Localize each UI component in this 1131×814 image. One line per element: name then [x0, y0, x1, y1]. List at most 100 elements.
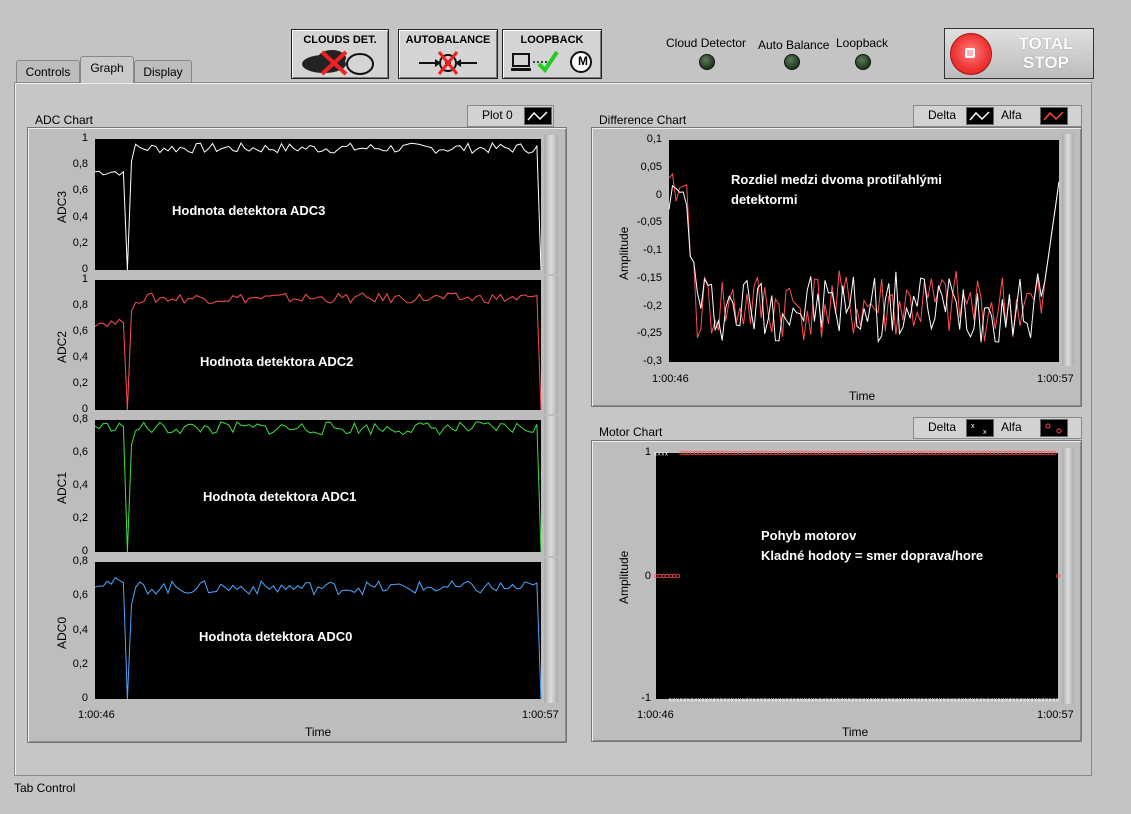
motor-delta-marker: x — [899, 698, 902, 704]
motor-chart-legend[interactable]: Delta xx Alfa — [913, 417, 1082, 439]
tab-display[interactable]: Display — [134, 60, 192, 83]
motor-delta-marker: x — [994, 698, 997, 704]
tab-graph[interactable]: Graph — [80, 56, 134, 83]
diff-ytick: 0 — [655, 188, 662, 201]
tab-controls[interactable]: Controls — [16, 60, 80, 83]
motor-delta-marker: x — [873, 698, 876, 704]
motor-delta-marker: x — [727, 698, 730, 704]
motor-delta-marker: x — [775, 698, 778, 704]
motor-x-label: Time — [842, 725, 869, 739]
motor-delta-marker: x — [658, 452, 661, 458]
motor-x-start: 1:00:46 — [637, 709, 674, 721]
total-stop-button[interactable]: TOTAL STOP — [944, 28, 1094, 79]
motor-delta-marker: x — [906, 698, 909, 704]
adc-ytick: 0,8 — [72, 158, 88, 171]
adc-y-label: ADC0 — [55, 616, 69, 649]
motor-ytick-1: 1 — [644, 446, 651, 458]
motor-alfa-marker — [675, 573, 681, 579]
autobalance-button[interactable]: AUTOBALANCE — [398, 29, 498, 79]
motor-delta-marker: x — [811, 698, 814, 704]
motor-delta-marker: x — [782, 698, 785, 704]
motor-delta-marker: x — [903, 698, 906, 704]
motor-delta-marker: x — [888, 698, 891, 704]
motor-delta-marker: x — [687, 698, 690, 704]
loopback-led-label: Loopback — [836, 36, 889, 50]
motor-delta-marker: x — [793, 698, 796, 704]
adc-ytick: 0,6 — [72, 589, 88, 602]
motor-delta-marker: x — [877, 698, 880, 704]
loopback-button[interactable]: LOOPBACK M — [502, 29, 602, 79]
motor-delta-marker: x — [723, 698, 726, 704]
motor-delta-marker: x — [976, 698, 979, 704]
adc-x-start: 1:00:46 — [78, 709, 115, 721]
motor-alfa-marker — [657, 573, 662, 579]
motor-delta-marker: x — [855, 698, 858, 704]
cloud-detector-led — [699, 54, 715, 70]
autobalance-label: AUTOBALANCE — [405, 34, 491, 46]
motor-delta-marker: x — [745, 698, 748, 704]
motor-y-label: Amplitude — [617, 550, 631, 604]
adc-annotation: Hodnota detektora ADC3 — [172, 203, 326, 218]
adc-annotation: Hodnota detektora ADC0 — [199, 629, 353, 644]
motor-delta-marker: x — [705, 698, 708, 704]
diff-annotation: Rozdiel medzi dvoma protiľahlými detekto… — [731, 170, 942, 210]
motor-delta-marker: x — [1056, 698, 1059, 704]
motor-delta-marker: x — [921, 698, 924, 704]
motor-delta-marker: x — [720, 698, 723, 704]
motor-delta-marker: x — [676, 698, 679, 704]
clouds-detector-button[interactable]: CLOUDS DET. — [291, 29, 389, 79]
motor-delta-marker: x — [870, 698, 873, 704]
motor-delta-marker: x — [1049, 698, 1052, 704]
diff-chart-legend[interactable]: Delta Alfa — [913, 105, 1082, 127]
motor-delta-marker: x — [1008, 698, 1011, 704]
cloud-disabled-icon — [302, 50, 374, 76]
motor-delta-marker: x — [1012, 698, 1015, 704]
motor-delta-marker: x — [1030, 698, 1033, 704]
motor-alfa-marker — [668, 573, 673, 579]
motor-delta-marker: x — [800, 698, 803, 704]
motor-delta-marker: x — [680, 698, 683, 704]
motor-delta-marker: x — [954, 698, 957, 704]
adc-chart-legend[interactable]: Plot 0 — [467, 105, 554, 127]
adc-signal-svg — [94, 292, 542, 411]
adc-signal-svg — [94, 421, 542, 553]
motor-delta-marker: x — [910, 698, 913, 704]
legend-alfa-swatch — [1040, 107, 1068, 125]
diff-chart-right-rail — [1062, 134, 1074, 366]
legend-plot0-swatch — [524, 107, 552, 125]
motor-delta-marker: x — [665, 452, 668, 458]
target-disabled-icon — [419, 51, 477, 75]
motor-x-end: 1:00:57 — [1037, 709, 1074, 721]
motor-annotation-line2: Kladné hodoty = smer doprava/hore — [761, 548, 984, 563]
legend-delta-swatch — [966, 107, 994, 125]
motor-delta-marker: x — [968, 698, 971, 704]
motor-delta-marker: x — [742, 698, 745, 704]
diff-x-end: 1:00:57 — [1037, 373, 1074, 385]
motor-delta-marker: x — [767, 698, 770, 704]
legend-alfa-label: Alfa — [1001, 108, 1022, 122]
legend-delta-label: Delta — [928, 108, 957, 122]
motor-delta-marker: x — [716, 698, 719, 704]
motor-delta-marker: x — [957, 698, 960, 704]
adc-annotation: Hodnota detektora ADC1 — [203, 489, 357, 504]
motor-alfa-marker — [672, 573, 677, 579]
motor-delta-marker: x — [1045, 698, 1048, 704]
motor-delta-marker: x — [756, 698, 759, 704]
adc-y-label: ADC1 — [55, 471, 69, 504]
motor-delta-marker: x — [731, 698, 734, 704]
motor-delta-marker: x — [778, 698, 781, 704]
stop-line1: TOTAL — [1018, 34, 1074, 53]
motor-delta-marker: x — [983, 698, 986, 704]
motor-delta-marker: x — [698, 698, 701, 704]
motor-delta-marker: x — [738, 698, 741, 704]
diff-ytick: -0,2 — [643, 299, 662, 312]
motor-delta-marker: x — [895, 698, 898, 704]
motor-delta-marker: x — [892, 698, 895, 704]
diff-ytick: -0,3 — [643, 355, 662, 367]
motor-delta-marker: x — [848, 698, 851, 704]
motor-delta-marker: x — [924, 698, 927, 704]
auto-balance-led — [784, 54, 800, 70]
diff-chart-title: Difference Chart — [599, 113, 687, 127]
adc-plot-right-rail — [544, 416, 558, 556]
diff-y-label: Amplitude — [617, 226, 631, 280]
